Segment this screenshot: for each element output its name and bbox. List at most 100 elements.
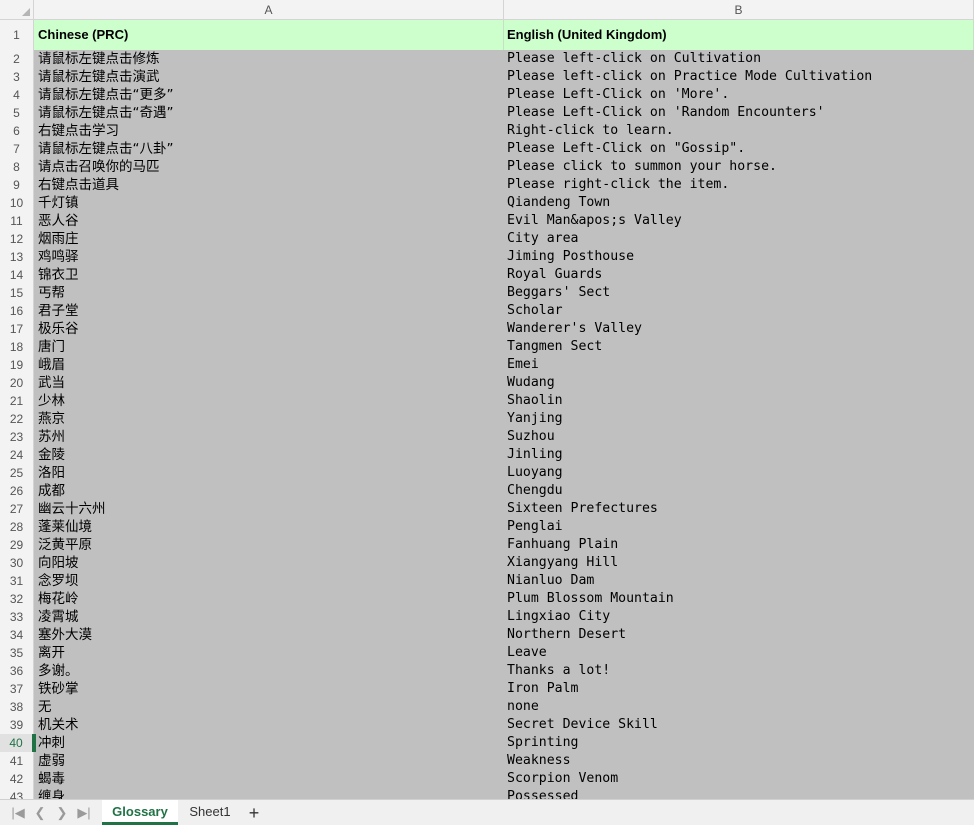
cell-english[interactable]: Leave: [504, 644, 974, 662]
row-number[interactable]: 20: [0, 374, 34, 392]
cell-english[interactable]: Please click to summon your horse.: [504, 158, 974, 176]
cell-chinese[interactable]: 请鼠标左键点击“更多”: [34, 86, 504, 104]
row-number[interactable]: 19: [0, 356, 34, 374]
row-number[interactable]: 3: [0, 68, 34, 86]
row-number[interactable]: 30: [0, 554, 34, 572]
cell-chinese[interactable]: 虚弱: [34, 752, 504, 770]
row-number[interactable]: 29: [0, 536, 34, 554]
row-number[interactable]: 38: [0, 698, 34, 716]
cell-chinese[interactable]: 少林: [34, 392, 504, 410]
cell-english[interactable]: Please right-click the item.: [504, 176, 974, 194]
row-number[interactable]: 6: [0, 122, 34, 140]
cell-english[interactable]: Please left-click on Practice Mode Culti…: [504, 68, 974, 86]
spreadsheet-grid[interactable]: A B 1 Chinese (PRC) English (United King…: [0, 0, 974, 799]
cell-chinese[interactable]: 唐门: [34, 338, 504, 356]
row-number[interactable]: 13: [0, 248, 34, 266]
cell-english[interactable]: Iron Palm: [504, 680, 974, 698]
cell-english[interactable]: Lingxiao City: [504, 608, 974, 626]
row-number[interactable]: 31: [0, 572, 34, 590]
select-all-corner[interactable]: [0, 0, 34, 20]
cell-english[interactable]: Please Left-Click on "Gossip".: [504, 140, 974, 158]
cell-chinese[interactable]: 成都: [34, 482, 504, 500]
row-number[interactable]: 33: [0, 608, 34, 626]
row-number[interactable]: 27: [0, 500, 34, 518]
cell-chinese[interactable]: 请鼠标左键点击演武: [34, 68, 504, 86]
row-number[interactable]: 24: [0, 446, 34, 464]
cell-chinese[interactable]: 苏州: [34, 428, 504, 446]
cell-english[interactable]: Evil Man&apos;s Valley: [504, 212, 974, 230]
cell-english[interactable]: Sprinting: [504, 734, 974, 752]
row-number[interactable]: 15: [0, 284, 34, 302]
cell-chinese[interactable]: 千灯镇: [34, 194, 504, 212]
cell-chinese[interactable]: 燕京: [34, 410, 504, 428]
cell-english[interactable]: Suzhou: [504, 428, 974, 446]
row-number[interactable]: 14: [0, 266, 34, 284]
cell-chinese[interactable]: 蝎毒: [34, 770, 504, 788]
cell-chinese[interactable]: 烟雨庄: [34, 230, 504, 248]
cell-chinese[interactable]: 恶人谷: [34, 212, 504, 230]
cell-chinese[interactable]: 极乐谷: [34, 320, 504, 338]
row-number[interactable]: 40: [0, 734, 34, 752]
row-number[interactable]: 41: [0, 752, 34, 770]
row-number[interactable]: 22: [0, 410, 34, 428]
cell-chinese[interactable]: 右键点击道具: [34, 176, 504, 194]
cell-english[interactable]: Wudang: [504, 374, 974, 392]
cell-english[interactable]: none: [504, 698, 974, 716]
cell-english[interactable]: Luoyang: [504, 464, 974, 482]
row-number[interactable]: 8: [0, 158, 34, 176]
cell-english[interactable]: Tangmen Sect: [504, 338, 974, 356]
cell-english[interactable]: Wanderer's Valley: [504, 320, 974, 338]
cell-chinese[interactable]: 蓬莱仙境: [34, 518, 504, 536]
cell-english[interactable]: Yanjing: [504, 410, 974, 428]
cell-chinese[interactable]: 武当: [34, 374, 504, 392]
header-cell-b[interactable]: English (United Kingdom): [504, 20, 974, 50]
cell-chinese[interactable]: 丐帮: [34, 284, 504, 302]
cell-english[interactable]: Plum Blossom Mountain: [504, 590, 974, 608]
cell-chinese[interactable]: 多谢。: [34, 662, 504, 680]
cell-english[interactable]: Qiandeng Town: [504, 194, 974, 212]
cell-english[interactable]: Secret Device Skill: [504, 716, 974, 734]
cell-english[interactable]: Right-click to learn.: [504, 122, 974, 140]
tab-glossary[interactable]: Glossary: [102, 800, 178, 825]
cell-chinese[interactable]: 无: [34, 698, 504, 716]
row-number[interactable]: 34: [0, 626, 34, 644]
cell-chinese[interactable]: 洛阳: [34, 464, 504, 482]
cell-chinese[interactable]: 机关术: [34, 716, 504, 734]
row-number[interactable]: 1: [0, 20, 34, 50]
cell-chinese[interactable]: 君子堂: [34, 302, 504, 320]
row-number[interactable]: 39: [0, 716, 34, 734]
cell-english[interactable]: Sixteen Prefectures: [504, 500, 974, 518]
row-number[interactable]: 42: [0, 770, 34, 788]
cell-english[interactable]: Jiming Posthouse: [504, 248, 974, 266]
row-number[interactable]: 2: [0, 50, 34, 68]
cell-english[interactable]: Scorpion Venom: [504, 770, 974, 788]
next-sheet-icon[interactable]: ❯: [52, 803, 72, 823]
cell-english[interactable]: Northern Desert: [504, 626, 974, 644]
cell-chinese[interactable]: 凌霄城: [34, 608, 504, 626]
cell-chinese[interactable]: 幽云十六州: [34, 500, 504, 518]
tab-sheet1[interactable]: Sheet1: [180, 800, 240, 825]
cell-english[interactable]: Emei: [504, 356, 974, 374]
cell-english[interactable]: Weakness: [504, 752, 974, 770]
row-number[interactable]: 5: [0, 104, 34, 122]
cell-chinese[interactable]: 请鼠标左键点击“奇遇”: [34, 104, 504, 122]
cell-english[interactable]: Fanhuang Plain: [504, 536, 974, 554]
cell-chinese[interactable]: 念罗坝: [34, 572, 504, 590]
row-number[interactable]: 9: [0, 176, 34, 194]
cell-english[interactable]: Please Left-Click on 'Random Encounters': [504, 104, 974, 122]
cell-english[interactable]: Please Left-Click on 'More'.: [504, 86, 974, 104]
row-number[interactable]: 23: [0, 428, 34, 446]
cell-chinese[interactable]: 鸡鸣驿: [34, 248, 504, 266]
row-number[interactable]: 35: [0, 644, 34, 662]
cell-english[interactable]: Beggars' Sect: [504, 284, 974, 302]
cell-english[interactable]: Please left-click on Cultivation: [504, 50, 974, 68]
cell-chinese[interactable]: 冲刺: [34, 734, 504, 752]
row-number[interactable]: 21: [0, 392, 34, 410]
row-number[interactable]: 11: [0, 212, 34, 230]
row-number[interactable]: 28: [0, 518, 34, 536]
row-number[interactable]: 36: [0, 662, 34, 680]
column-header-b[interactable]: B: [504, 0, 974, 20]
cell-english[interactable]: City area: [504, 230, 974, 248]
row-number[interactable]: 43: [0, 788, 34, 799]
cell-chinese[interactable]: 请鼠标左键点击“八卦”: [34, 140, 504, 158]
